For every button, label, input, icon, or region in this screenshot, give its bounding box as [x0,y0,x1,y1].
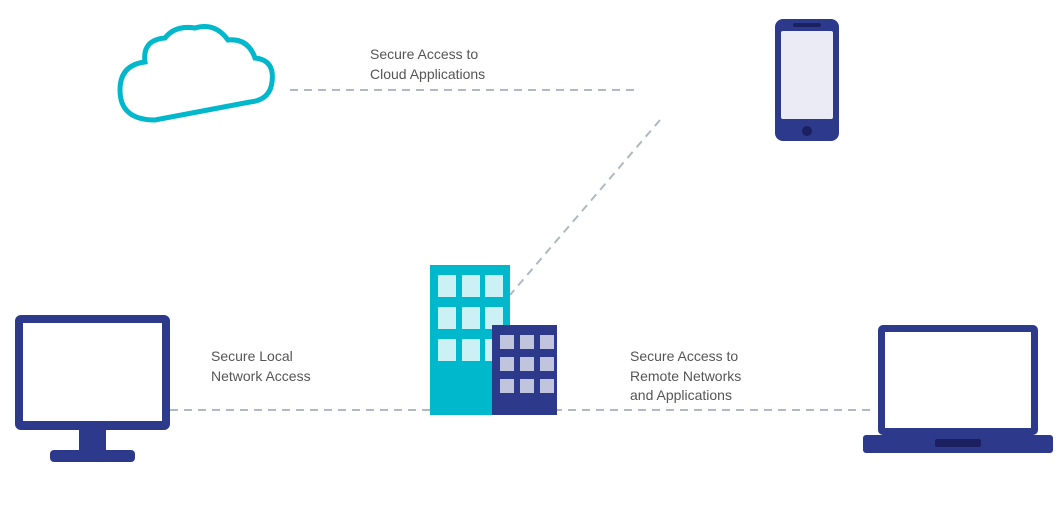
remote-access-label: Secure Access to Remote Networks and App… [630,347,741,406]
local-access-label: Secure Local Network Access [211,347,311,386]
laptop-icon [863,320,1053,480]
cloud-access-label: Secure Access to Cloud Applications [370,45,485,84]
phone-icon [771,15,843,150]
cloud-icon [100,20,285,150]
diagram-scene: Secure Access to Cloud Applications [0,0,1063,515]
building-icon [430,255,560,420]
desktop-monitor-icon [10,310,175,480]
